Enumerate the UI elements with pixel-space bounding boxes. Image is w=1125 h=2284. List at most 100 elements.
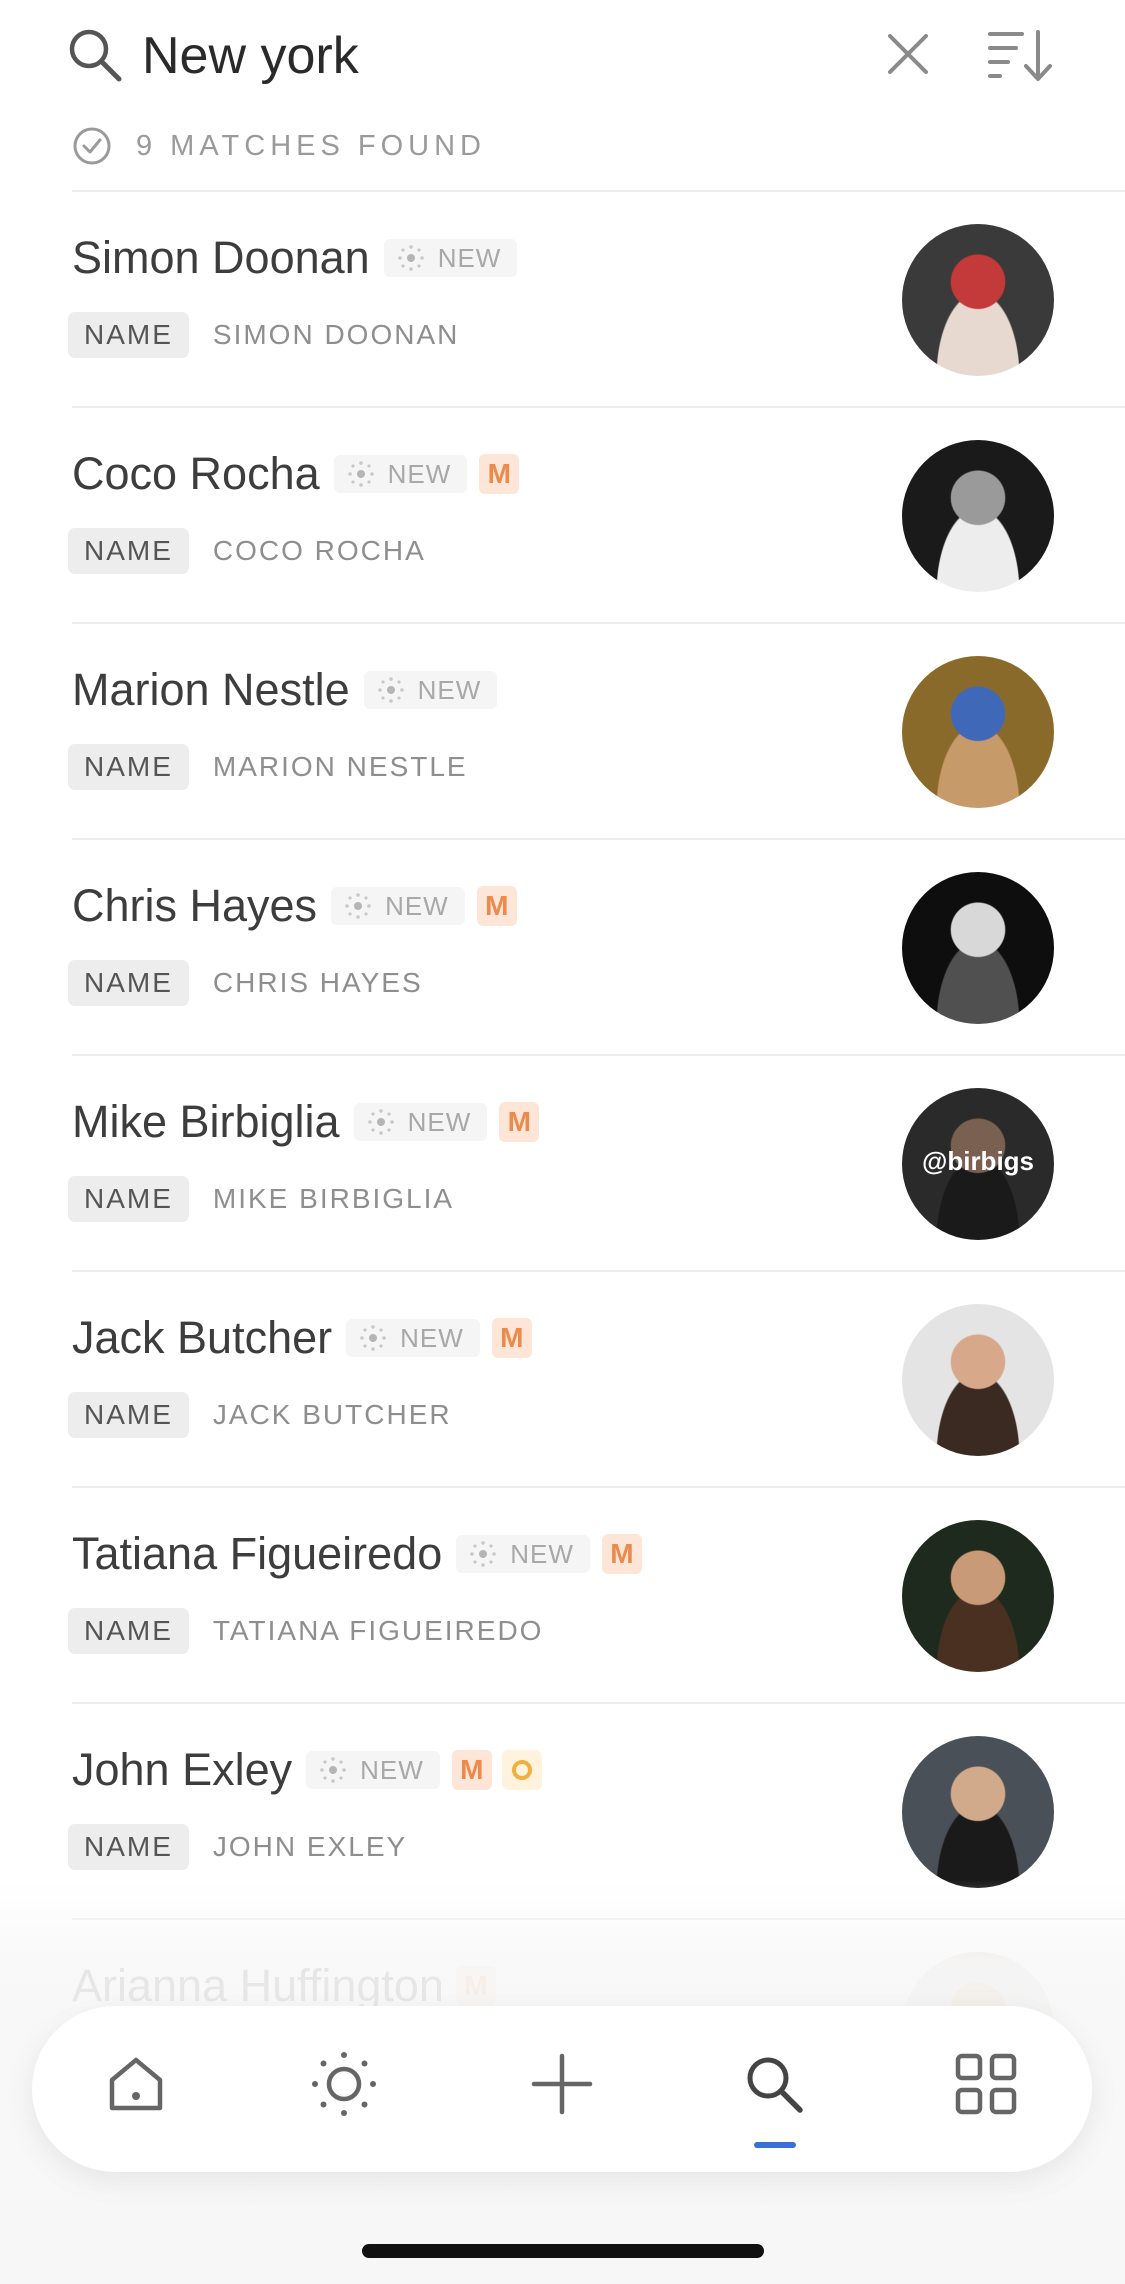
new-badge-label: NEW (387, 458, 452, 489)
result-row[interactable]: Jack Butcher NEW M NAME JACK BUTCHER (68, 1270, 1125, 1486)
result-title: John Exley NEW M (72, 1742, 542, 1798)
result-meta: NAME JACK BUTCHER (68, 1392, 452, 1438)
result-subname: MIKE BIRBIGLIA (212, 1183, 455, 1214)
result-subname: TATIANA FIGUEIREDO (212, 1615, 544, 1646)
m-badge: M (491, 1318, 532, 1358)
avatar[interactable] (902, 656, 1054, 808)
result-title: Jack Butcher NEW M (72, 1310, 532, 1366)
result-name: Chris Hayes (72, 880, 318, 931)
sparkle-icon (397, 245, 424, 271)
sparkle-icon (360, 1325, 386, 1351)
sparkle-icon (470, 1541, 497, 1567)
type-tag: NAME (68, 1824, 189, 1870)
avatar[interactable] (902, 872, 1054, 1024)
sparkle-icon (345, 893, 371, 919)
m-badge: M (476, 886, 517, 926)
new-badge: NEW (353, 1103, 488, 1141)
grid-icon (955, 2053, 1017, 2115)
result-meta: NAME MIKE BIRBIGLIA (68, 1176, 454, 1222)
tab-apps[interactable] (936, 2034, 1036, 2134)
result-subname: COCO ROCHA (212, 535, 426, 566)
ring-icon (511, 1760, 532, 1780)
new-badge-label: NEW (437, 242, 502, 273)
result-title: Simon Doonan NEW (72, 230, 518, 286)
search-icon (747, 2057, 803, 2113)
home-icon (109, 2057, 163, 2111)
new-badge-label: NEW (385, 890, 449, 921)
result-subname: JOHN EXLEY (212, 1831, 408, 1862)
result-title: Mike Birbiglia NEW M (72, 1094, 540, 1150)
search-bar: New york (0, 0, 1125, 112)
new-badge: NEW (363, 671, 498, 709)
avatar-caption: @birbigs (921, 1146, 1035, 1176)
new-badge: NEW (383, 239, 518, 277)
new-badge: NEW (333, 455, 468, 493)
result-row[interactable]: Mike Birbiglia NEW M NAME MIKE BIRBIGLIA … (68, 1054, 1125, 1270)
result-row[interactable]: Simon Doonan NEW NAME SIMON DOONAN (68, 190, 1125, 406)
avatar[interactable] (902, 440, 1054, 592)
new-badge-label: NEW (400, 1322, 464, 1353)
tab-search[interactable] (724, 2034, 824, 2134)
sparkle-icon (377, 677, 404, 703)
m-badge: M (601, 1534, 642, 1574)
result-subname: CHRIS HAYES (212, 967, 423, 998)
result-name: Mike Birbiglia (72, 1096, 340, 1147)
new-badge: NEW (331, 887, 465, 925)
type-tag: NAME (68, 1392, 189, 1438)
result-name: Jack Butcher (72, 1312, 333, 1363)
type-tag: NAME (68, 1608, 189, 1654)
avatar[interactable] (902, 1304, 1054, 1456)
tab-add[interactable] (512, 2034, 612, 2134)
result-row[interactable]: Tatiana Figueiredo NEW M NAME TATIANA FIG… (68, 1486, 1125, 1702)
result-meta: NAME TATIANA FIGUEIREDO (68, 1608, 543, 1654)
result-row[interactable]: Marion Nestle NEW NAME MARION NESTLE (68, 622, 1125, 838)
result-title: Chris Hayes NEW M (72, 878, 517, 934)
result-name: Simon Doonan (72, 232, 370, 283)
result-subname: JACK BUTCHER (212, 1399, 452, 1430)
sparkle-icon (320, 1757, 346, 1783)
sparkle-icon (367, 1109, 394, 1135)
search-input[interactable]: New york (142, 24, 359, 88)
type-tag: NAME (68, 312, 189, 358)
avatar[interactable] (902, 224, 1054, 376)
check-circle-icon (73, 127, 111, 165)
active-tab-indicator (754, 2142, 796, 2148)
type-tag: NAME (68, 528, 189, 574)
result-meta: NAME JOHN EXLEY (68, 1824, 407, 1870)
tab-discover[interactable] (294, 2034, 394, 2134)
result-meta: NAME COCO ROCHA (68, 528, 426, 574)
avatar[interactable] (902, 1736, 1054, 1888)
sparkle-icon (347, 461, 374, 487)
sort-icon[interactable] (986, 26, 1054, 84)
home-indicator (362, 2244, 764, 2258)
tab-bar (32, 2006, 1092, 2172)
avatar[interactable]: @birbigs (902, 1088, 1054, 1240)
match-count: 9 MATCHES FOUND (72, 126, 486, 166)
result-meta: NAME MARION NESTLE (68, 744, 468, 790)
result-row[interactable]: Chris Hayes NEW M NAME CHRIS HAYES (68, 838, 1125, 1054)
result-meta: NAME SIMON DOONAN (68, 312, 459, 358)
type-tag: NAME (68, 744, 189, 790)
ring-badge (501, 1750, 542, 1790)
result-name: Marion Nestle (72, 664, 350, 715)
result-name: John Exley (72, 1744, 293, 1795)
type-tag: NAME (68, 1176, 189, 1222)
close-icon[interactable] (882, 28, 934, 80)
m-badge: M (499, 1102, 540, 1142)
result-name: Tatiana Figueiredo (72, 1528, 443, 1579)
sun-icon (312, 2052, 376, 2116)
result-title: Coco Rocha NEW M (72, 446, 520, 502)
result-row[interactable]: Coco Rocha NEW M NAME COCO ROCHA (68, 406, 1125, 622)
result-meta: NAME CHRIS HAYES (68, 960, 423, 1006)
search-icon (69, 29, 122, 82)
result-name: Coco Rocha (72, 448, 320, 499)
result-subname: MARION NESTLE (212, 751, 468, 782)
type-tag: NAME (68, 960, 189, 1006)
tab-home[interactable] (86, 2034, 186, 2134)
avatar[interactable] (902, 1520, 1054, 1672)
m-badge: M (451, 1750, 492, 1790)
results-list: Simon Doonan NEW NAME SIMON DOONAN Coco … (0, 190, 1125, 2134)
new-badge-label: NEW (417, 674, 482, 705)
new-badge: NEW (306, 1751, 440, 1789)
new-badge: NEW (456, 1535, 590, 1573)
